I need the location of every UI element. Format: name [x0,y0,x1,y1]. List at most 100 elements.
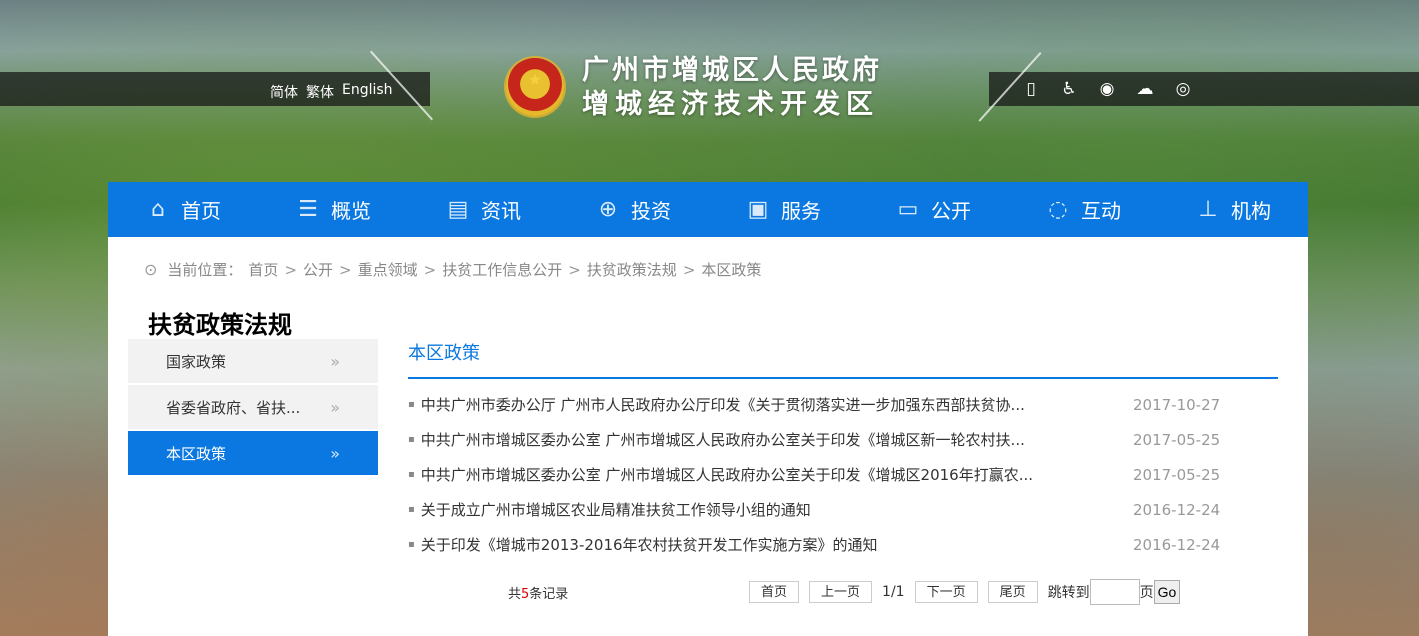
nav-interact[interactable]: ◌ 互动 [1008,182,1158,237]
lang-traditional[interactable]: 繁体 [306,82,334,102]
total-prefix: 共 [508,587,522,602]
prev-page-button[interactable]: 上一页 [809,581,873,603]
nav-label: 概览 [331,199,371,223]
weibo-icon[interactable]: ◉ [1096,78,1118,100]
list-item: ▪ 中共广州市增城区委办公室 广州市增城区人民政府办公室关于印发《增城区2016年… [408,457,1278,492]
nav-label: 机构 [1231,199,1271,223]
bullet-icon: ▪ [408,469,415,480]
breadcrumb-item[interactable]: 首页 [248,259,278,280]
nav-label: 公开 [931,199,971,223]
breadcrumb-item[interactable]: 扶贫政策法规 [587,259,677,280]
breadcrumb-separator: > [284,260,298,279]
total-suffix: 条记录 [529,587,569,602]
nav-label: 服务 [781,199,821,223]
nav-overview[interactable]: ☰ 概览 [258,182,408,237]
language-switcher: 简体 繁体 English [270,82,393,102]
lang-english[interactable]: English [342,82,393,102]
article-title: 中共广州市委办公厅 广州市人民政府办公厅印发《关于贯彻落实进一步加强东西部扶贫协… [420,396,1025,414]
home-icon: ⌂ [151,197,165,222]
sidebar-item-national-policy[interactable]: 国家政策 » [128,339,378,383]
nav-label: 首页 [181,199,221,223]
article-date: 2017-05-25 [1133,430,1221,449]
site-title-line1: 广州市增城区人民政府 [582,55,882,86]
sidebar-title: 扶贫政策法规 [148,311,292,339]
breadcrumb-separator: > [568,260,581,279]
breadcrumb-item[interactable]: 扶贫工作信息公开 [442,259,562,280]
article-date: 2016-12-24 [1133,535,1221,554]
nav-label: 互动 [1081,199,1121,223]
double-chevron-right-icon: » [330,351,340,371]
site-title: 广州市增城区人民政府 增城经济技术开发区 [582,54,882,122]
last-page-button[interactable]: 尾页 [987,581,1038,603]
nav-service[interactable]: ▣ 服务 [708,182,858,237]
article-date: 2017-10-27 [1133,395,1221,414]
jump-page-input[interactable] [1089,579,1140,605]
go-button[interactable]: Go [1153,580,1181,604]
org-chart-icon: ⊥ [1198,197,1218,222]
double-chevron-right-icon: » [330,397,340,417]
article-link[interactable]: ▪ 关于成立广州市增城区农业局精准扶贫工作领导小组的通知 [408,499,1068,520]
rss-icon[interactable]: ◎ [1172,78,1194,100]
article-date: 2016-12-24 [1133,500,1221,519]
bullet-icon: ▪ [408,504,415,515]
accessibility-icon[interactable]: ♿ [1058,78,1080,100]
breadcrumb-prefix: 当前位置： [167,261,243,279]
overview-icon: ☰ [298,197,318,222]
jump-label: 跳转到 [1047,585,1090,601]
article-title: 关于印发《增城市2013-2016年农村扶贫开发工作实施方案》的通知 [420,536,878,554]
nav-invest[interactable]: ⊕ 投资 [558,182,708,237]
next-page-button[interactable]: 下一页 [914,581,978,603]
sidebar-menu: 国家政策 » 省委省政府、省扶... » 本区政策 » [128,339,378,477]
article-title: 关于成立广州市增城区农业局精准扶贫工作领导小组的通知 [420,501,811,519]
bullet-icon: ▪ [408,539,415,550]
list-item: ▪ 中共广州市增城区委办公室 广州市增城区人民政府办公室关于印发《增城区新一轮农村… [408,422,1278,457]
sidebar-item-label: 国家政策 [166,352,227,371]
page-unit: 页 [1139,585,1154,601]
article-list: ▪ 中共广州市委办公厅 广州市人民政府办公厅印发《关于贯彻落实进一步加强东西部扶贫… [408,387,1278,562]
monitor-icon: ▭ [897,197,919,222]
location-pin-icon: ⊙ [144,260,158,279]
breadcrumb-separator: > [682,260,696,279]
double-chevron-right-icon: » [330,443,340,463]
first-page-button[interactable]: 首页 [749,581,800,603]
mobile-icon[interactable]: ▯ [1020,78,1042,100]
news-icon: ▤ [447,197,469,222]
total-records: 共5条记录 [508,583,568,602]
sidebar-item-district-policy[interactable]: 本区政策 » [128,431,378,475]
page-info: 1/1 [882,584,905,600]
bullet-icon: ▪ [408,399,415,410]
breadcrumb-item[interactable]: 本区政策 [701,259,761,280]
sidebar-item-label: 本区政策 [166,444,227,463]
national-emblem-logo [506,58,564,116]
briefcase-icon: ▣ [747,197,769,222]
main-nav: ⌂ 首页 ☰ 概览 ▤ 资讯 ⊕ 投资 ▣ 服务 ▭ 公开 ◌ 互动 ⊥ 机构 [108,182,1308,237]
article-date: 2017-05-25 [1133,465,1221,484]
content-area: 本区政策 ▪ 中共广州市委办公厅 广州市人民政府办公厅印发《关于贯彻落实进一步加强… [408,339,1278,562]
article-title: 中共广州市增城区委办公室 广州市增城区人民政府办公室关于印发《增城区新一轮农村扶… [420,431,1025,449]
breadcrumb-item[interactable]: 重点领域 [358,259,418,280]
breadcrumb-item[interactable]: 公开 [303,259,333,280]
article-link[interactable]: ▪ 中共广州市增城区委办公室 广州市增城区人民政府办公室关于印发《增城区2016年… [408,464,1068,485]
pagination: 共5条记录 首页 上一页 1/1 下一页 尾页 跳转到 页 Go [408,577,1278,605]
sidebar-item-label: 省委省政府、省扶... [166,398,301,417]
nav-news[interactable]: ▤ 资讯 [408,182,558,237]
breadcrumb-separator: > [423,260,437,279]
sidebar-item-provincial-policy[interactable]: 省委省政府、省扶... » [128,385,378,429]
article-link[interactable]: ▪ 中共广州市增城区委办公室 广州市增城区人民政府办公室关于印发《增城区新一轮农村… [408,429,1068,450]
breadcrumb-separator: > [339,260,352,279]
nav-label: 投资 [631,199,671,223]
article-link[interactable]: ▪ 中共广州市委办公厅 广州市人民政府办公厅印发《关于贯彻落实进一步加强东西部扶贫… [408,394,1068,415]
top-icon-bar: ▯ ♿ ◉ ☁ ◎ [1020,78,1194,100]
article-title: 中共广州市增城区委办公室 广州市增城区人民政府办公室关于印发《增城区2016年打… [420,466,1034,484]
pager-controls: 首页 上一页 1/1 下一页 尾页 跳转到 页 Go [749,579,1181,605]
article-link[interactable]: ▪ 关于印发《增城市2013-2016年农村扶贫开发工作实施方案》的通知 [408,534,1068,555]
main-panel: ⊙ 当前位置： 首页 > 公开 > 重点领域 > 扶贫工作信息公开 > 扶贫政策… [108,237,1308,636]
nav-home[interactable]: ⌂ 首页 [108,182,258,237]
wechat-icon[interactable]: ☁ [1134,78,1156,100]
nav-public[interactable]: ▭ 公开 [858,182,1008,237]
lang-simplified[interactable]: 简体 [270,82,298,102]
nav-org[interactable]: ⊥ 机构 [1158,182,1308,237]
content-title: 本区政策 [408,339,1278,379]
nav-label: 资讯 [481,199,521,223]
list-item: ▪ 关于印发《增城市2013-2016年农村扶贫开发工作实施方案》的通知 2016… [408,527,1278,562]
